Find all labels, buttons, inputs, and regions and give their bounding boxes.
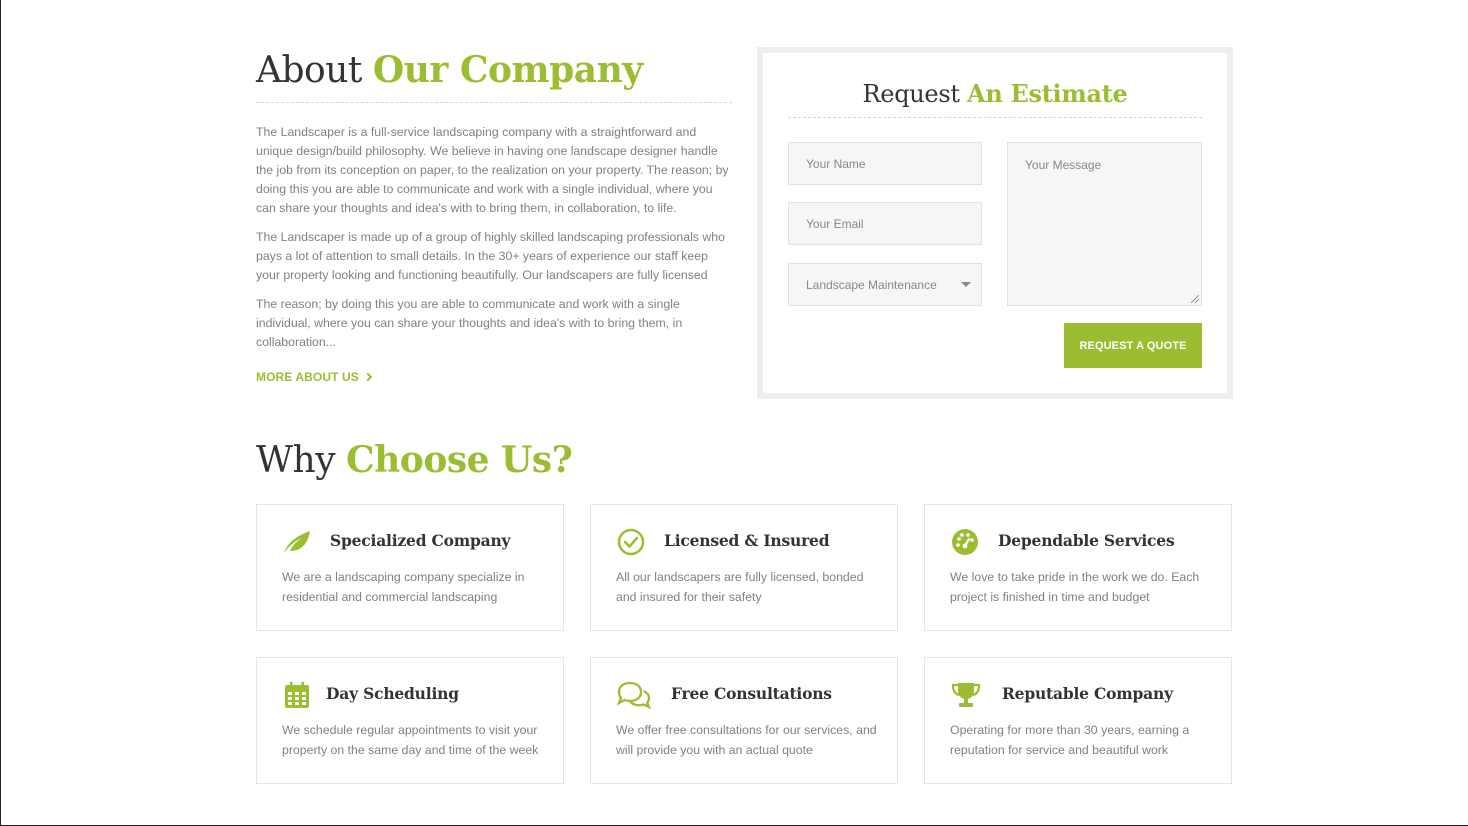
trophy-icon (950, 680, 982, 710)
about-heading-accent: Our Company (372, 49, 643, 91)
feature-title: Reputable Company (1002, 684, 1173, 703)
estimate-form: Request An Estimate Your Name Your Email… (757, 47, 1233, 399)
feature-card-specialized: Specialized Company We are a landscaping… (256, 504, 564, 631)
resize-handle-icon[interactable] (1191, 295, 1199, 303)
feature-text: We love to take pride in the work we do.… (950, 570, 1200, 604)
message-textarea[interactable]: Your Message (1007, 142, 1202, 306)
about-divider (256, 102, 732, 103)
message-placeholder: Your Message (1025, 158, 1102, 172)
about-paragraph-2: The Landscaper is made up of a group of … (256, 230, 725, 282)
why-heading: Why Choose Us? (256, 438, 573, 483)
about-paragraph-1: The Landscaper is a full-service landsca… (256, 125, 729, 215)
feature-text: We offer free consultations for our serv… (616, 723, 877, 757)
email-placeholder: Your Email (806, 216, 864, 231)
feature-title: Day Scheduling (326, 684, 459, 703)
more-about-us-link[interactable]: MORE ABOUT US (256, 370, 373, 384)
feature-card-consultations: Free Consultations We offer free consult… (590, 657, 898, 784)
service-selected-value: Landscape Maintenance (806, 277, 937, 292)
check-circle-icon (616, 527, 646, 557)
more-about-us-label: MORE ABOUT US (256, 370, 359, 384)
leaf-icon (282, 527, 312, 557)
name-placeholder: Your Name (806, 156, 866, 171)
feature-title: Free Consultations (671, 684, 832, 703)
about-paragraph-3: The reason; by doing this you are able t… (256, 297, 683, 349)
feature-card-scheduling: Day Scheduling We schedule regular appoi… (256, 657, 564, 784)
feature-title: Dependable Services (998, 531, 1175, 550)
request-quote-button[interactable]: REQUEST A QUOTE (1064, 323, 1202, 368)
why-heading-accent: Choose Us? (345, 439, 573, 481)
feature-card-dependable: Dependable Services We love to take prid… (924, 504, 1232, 631)
estimate-divider (788, 117, 1202, 118)
chevron-right-icon (363, 372, 373, 382)
feature-text: All our landscapers are fully licensed, … (616, 570, 864, 604)
feature-title: Specialized Company (330, 531, 511, 550)
feature-card-reputable: Reputable Company Operating for more tha… (924, 657, 1232, 784)
why-heading-plain: Why (256, 440, 336, 481)
feature-text: We schedule regular appointments to visi… (282, 723, 539, 757)
service-select[interactable]: Landscape Maintenance (788, 263, 982, 306)
feature-text: Operating for more than 30 years, earnin… (950, 723, 1190, 757)
about-heading: About Our Company (256, 48, 732, 93)
feature-card-licensed: Licensed & Insured All our landscapers a… (590, 504, 898, 631)
estimate-heading-plain: Request (862, 80, 960, 108)
about-heading-plain: About (256, 50, 362, 91)
name-input[interactable]: Your Name (788, 142, 982, 185)
estimate-heading-accent: An Estimate (967, 79, 1128, 108)
dashboard-icon (950, 527, 980, 557)
email-input[interactable]: Your Email (788, 202, 982, 245)
feature-text: We are a landscaping company specialize … (282, 570, 525, 604)
chat-bubbles-icon (616, 680, 652, 710)
about-section: About Our Company The Landscaper is a fu… (256, 48, 732, 386)
calendar-icon (282, 680, 312, 710)
dropdown-caret-icon (961, 282, 971, 287)
feature-title: Licensed & Insured (664, 531, 830, 550)
estimate-heading: Request An Estimate (763, 79, 1227, 108)
